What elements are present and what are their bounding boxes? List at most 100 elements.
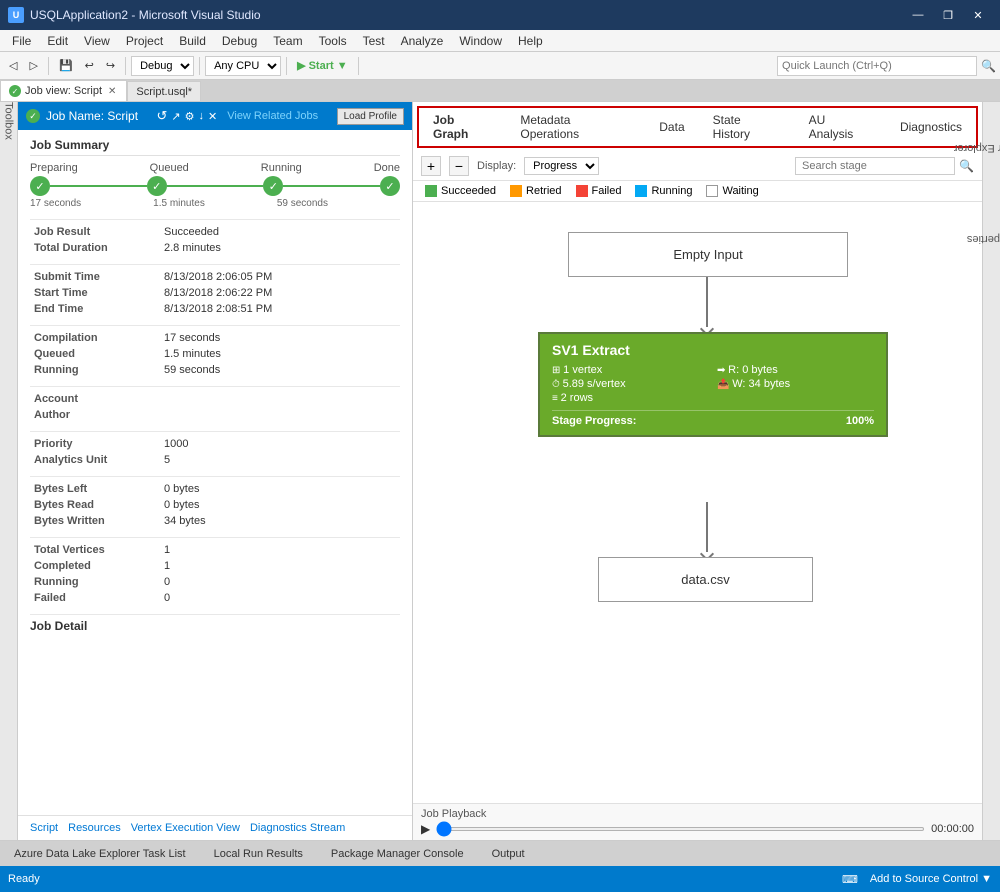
table-row: Running 59 seconds xyxy=(30,362,400,378)
legend-succeeded: Succeeded xyxy=(425,185,496,197)
graph-toolbar: + − Display: Progress Time Data 🔍 xyxy=(413,152,982,181)
doc-tab-jobview-close[interactable]: ✕ xyxy=(106,86,118,97)
window-controls[interactable]: — ❐ ✕ xyxy=(904,5,992,25)
tab-data[interactable]: Data xyxy=(645,115,698,139)
node-data-csv[interactable]: data.csv xyxy=(598,557,813,602)
tab-state-history[interactable]: State History xyxy=(699,108,795,146)
value-bytes-left: 0 bytes xyxy=(160,481,400,497)
start-button[interactable]: ▶ Start ▼ xyxy=(292,55,353,77)
label-bytes-written: Bytes Written xyxy=(30,513,160,529)
tab-au-analysis[interactable]: AU Analysis xyxy=(795,108,886,146)
toolbar-undo[interactable]: ↩ xyxy=(80,55,99,77)
play-button[interactable]: ▶ xyxy=(421,822,430,836)
source-control-link[interactable]: Add to Source Control ▼ xyxy=(870,873,992,886)
value-job-result: Succeeded xyxy=(160,224,400,240)
toolbar: ◁ ▷ 💾 ↩ ↪ Debug Any CPU ▶ Start ▼ 🔍 xyxy=(0,52,1000,80)
display-dropdown[interactable]: Progress Time Data xyxy=(524,157,599,175)
divider-7 xyxy=(30,537,400,538)
job-content: Job Summary Preparing Queued Running Don… xyxy=(18,130,412,815)
job-panel: ✓ Job Name: Script ↺ ↗ ⚙ ↓ ✕ View Relate… xyxy=(18,102,413,840)
menu-analyze[interactable]: Analyze xyxy=(393,30,452,52)
debug-dropdown[interactable]: Debug xyxy=(131,56,194,76)
label-running: Running xyxy=(30,362,160,378)
download-button[interactable]: ↓ xyxy=(199,110,205,122)
quick-launch-input[interactable] xyxy=(777,56,977,76)
label-end-time: End Time xyxy=(30,301,160,317)
clock-icon: ⏱ xyxy=(552,379,563,390)
zoom-out-button[interactable]: − xyxy=(449,156,469,176)
legend-succeeded-label: Succeeded xyxy=(441,185,496,197)
menu-file[interactable]: File xyxy=(4,30,39,52)
connector-line-1 xyxy=(706,277,708,327)
menu-debug[interactable]: Debug xyxy=(214,30,265,52)
resources-link[interactable]: Resources xyxy=(68,822,121,834)
refresh-button[interactable]: ↺ xyxy=(157,108,168,124)
close-button[interactable]: ✕ xyxy=(964,5,992,25)
properties-label[interactable]: Properties xyxy=(966,233,1000,245)
toolbar-forward[interactable]: ▷ xyxy=(24,55,42,77)
stage-done: Done xyxy=(374,162,400,174)
maximize-button[interactable]: ❐ xyxy=(934,5,962,25)
menu-tools[interactable]: Tools xyxy=(311,30,355,52)
stage-search-input[interactable] xyxy=(795,157,955,175)
menu-help[interactable]: Help xyxy=(510,30,551,52)
search-icon[interactable]: 🔍 xyxy=(959,159,974,173)
table-row: Author xyxy=(30,407,400,423)
tab-diagnostics[interactable]: Diagnostics xyxy=(886,115,976,139)
search-icon: 🔍 xyxy=(981,59,996,73)
divider-4 xyxy=(30,386,400,387)
cpu-dropdown[interactable]: Any CPU xyxy=(205,56,281,76)
doc-tab-jobview[interactable]: ✓ Job view: Script ✕ xyxy=(0,80,127,101)
value-completed: 1 xyxy=(160,558,400,574)
tab-local-run[interactable]: Local Run Results xyxy=(208,846,309,862)
time-running: 59 seconds xyxy=(277,198,328,209)
load-profile-button[interactable]: Load Profile xyxy=(337,108,404,125)
menu-view[interactable]: View xyxy=(76,30,118,52)
node-empty-input[interactable]: Empty Input xyxy=(568,232,848,277)
toolbar-save[interactable]: 💾 xyxy=(54,55,78,77)
server-explorer-label[interactable]: Server Explorer xyxy=(953,142,1000,154)
menu-team[interactable]: Team xyxy=(265,30,310,52)
table-row: Running 0 xyxy=(30,574,400,590)
value-bytes-written: 34 bytes xyxy=(160,513,400,529)
vertex-execution-link[interactable]: Vertex Execution View xyxy=(131,822,240,834)
sv1-write: 📤 W: 34 bytes xyxy=(717,378,874,390)
job-header: ✓ Job Name: Script ↺ ↗ ⚙ ↓ ✕ View Relate… xyxy=(18,102,412,130)
close-job-button[interactable]: ✕ xyxy=(208,110,217,123)
menu-edit[interactable]: Edit xyxy=(39,30,76,52)
divider-5 xyxy=(30,431,400,432)
legend-failed: Failed xyxy=(576,185,622,197)
tab-output[interactable]: Output xyxy=(486,846,531,862)
progress-line-1 xyxy=(50,185,147,187)
menu-window[interactable]: Window xyxy=(451,30,510,52)
playback-slider[interactable] xyxy=(436,827,925,831)
open-external-button[interactable]: ↗ xyxy=(171,110,180,123)
doc-tab-script[interactable]: Script.usql* xyxy=(127,81,201,101)
sv1-progress: Stage Progress: 100% xyxy=(552,410,874,427)
tab-package-manager[interactable]: Package Manager Console xyxy=(325,846,470,862)
timing-table: Submit Time 8/13/2018 2:06:05 PM Start T… xyxy=(30,269,400,317)
node-sv1[interactable]: SV1 Extract ⊞ 1 vertex ➡ R: 0 bytes ⏱ 5.… xyxy=(538,332,888,437)
label-au: Analytics Unit xyxy=(30,452,160,468)
progress-dot-preparing: ✓ xyxy=(30,176,50,196)
tab-job-graph[interactable]: Job Graph xyxy=(419,108,506,146)
tab-azure-explorer[interactable]: Azure Data Lake Explorer Task List xyxy=(8,846,192,862)
menu-test[interactable]: Test xyxy=(355,30,393,52)
script-link[interactable]: Script xyxy=(30,822,58,834)
playback-time: 00:00:00 xyxy=(931,823,974,835)
toolbar-back[interactable]: ◁ xyxy=(4,55,22,77)
diagnostics-stream-link[interactable]: Diagnostics Stream xyxy=(250,822,345,834)
minimize-button[interactable]: — xyxy=(904,5,932,25)
view-related-jobs-link[interactable]: View Related Jobs xyxy=(227,110,318,122)
zoom-in-button[interactable]: + xyxy=(421,156,441,176)
menu-build[interactable]: Build xyxy=(171,30,214,52)
tab-metadata-ops[interactable]: Metadata Operations xyxy=(506,108,645,146)
toolbar-sep2 xyxy=(125,57,126,75)
toolbar-redo[interactable]: ↪ xyxy=(101,55,120,77)
menu-project[interactable]: Project xyxy=(118,30,171,52)
settings-button[interactable]: ⚙ xyxy=(185,110,195,123)
toolbox-sidebar[interactable]: Toolbox xyxy=(0,102,18,840)
divider-6 xyxy=(30,476,400,477)
progress-stage-labels: Preparing Queued Running Done xyxy=(30,162,400,174)
write-icon: 📤 xyxy=(717,379,732,390)
